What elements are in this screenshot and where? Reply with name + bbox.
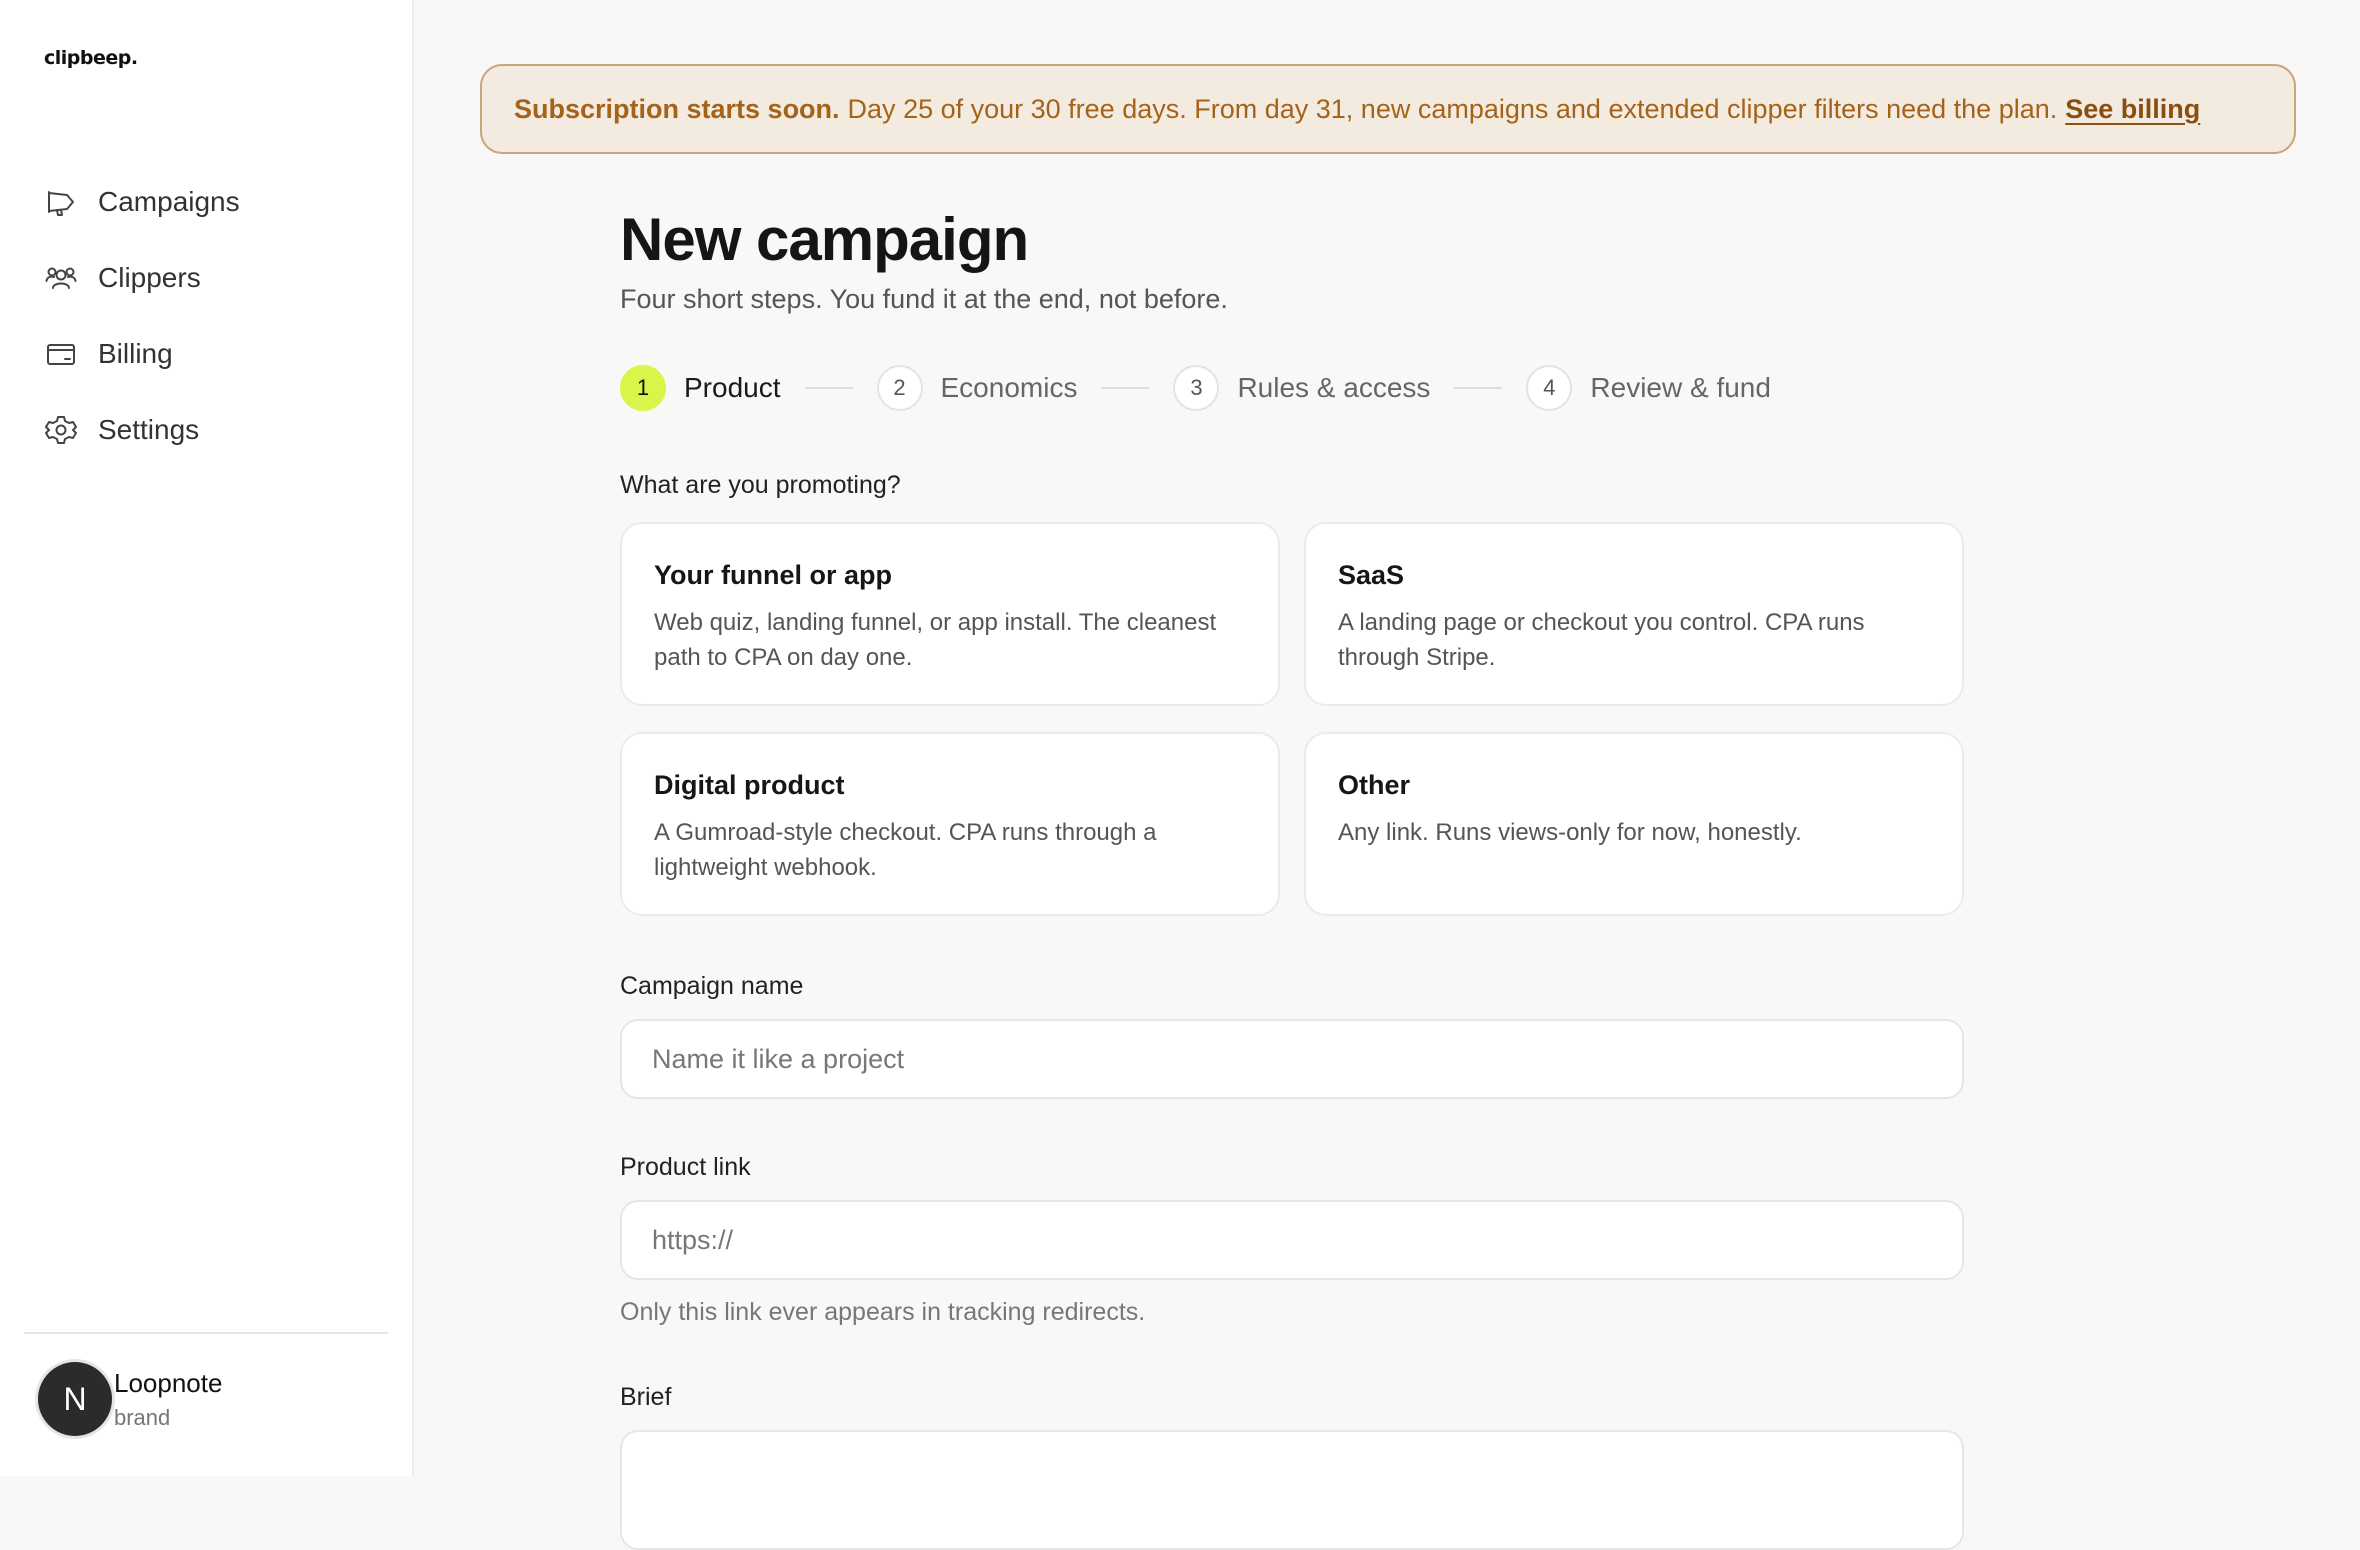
wizard-stepper: 1 Product 2 Economics 3 Rules & access 4…: [620, 363, 1964, 413]
sidebar: clipbeep. Campaigns Clippers Billing Set…: [0, 0, 414, 1476]
sidebar-item-label: Billing: [98, 338, 173, 369]
product-link-input[interactable]: [620, 1200, 1964, 1280]
campaign-name-input[interactable]: [620, 1019, 1964, 1099]
product-options: Your funnel or app Web quiz, landing fun…: [620, 522, 1964, 916]
subscription-banner: Subscription starts soon. Day 25 of your…: [480, 64, 2296, 154]
see-billing-link[interactable]: See billing: [2065, 94, 2200, 125]
option-description: A landing page or checkout you control. …: [1338, 609, 1865, 671]
sidebar-item-label: Campaigns: [98, 186, 240, 217]
brief-group: Brief: [620, 1383, 1964, 1550]
campaign-name-label: Campaign name: [620, 972, 804, 1000]
product-link-hint: Only this link ever appears in tracking …: [620, 1298, 1146, 1326]
sidebar-nav: Campaigns Clippers Billing Settings: [44, 164, 384, 468]
page-title: New campaign: [620, 206, 1029, 273]
users-icon: [44, 261, 78, 295]
app-logo[interactable]: clipbeep.: [44, 47, 138, 69]
option-card-saas[interactable]: SaaS A landing page or checkout you cont…: [1304, 522, 1964, 706]
sidebar-item-label: Settings: [98, 414, 200, 445]
sidebar-divider: [24, 1332, 388, 1334]
option-description: Any link. Runs views-only for now, hones…: [1338, 819, 1802, 846]
step-connector: [804, 387, 853, 389]
step-label: Product: [684, 372, 781, 403]
step-economics[interactable]: 2 Economics: [876, 365, 1078, 411]
step-number: 2: [876, 365, 923, 411]
sidebar-item-billing[interactable]: Billing: [44, 316, 384, 392]
user-info: Loopnote brand: [114, 1368, 222, 1431]
user-role: brand: [114, 1404, 171, 1430]
user-profile[interactable]: N Loopnote brand: [38, 1362, 222, 1436]
campaign-name-group: Campaign name: [620, 972, 1964, 1099]
gear-icon: [44, 413, 78, 447]
page-subtitle: Four short steps. You fund it at the end…: [620, 284, 1228, 314]
brief-textarea[interactable]: [620, 1430, 1964, 1550]
step-number: 4: [1526, 365, 1573, 411]
step-label: Review & fund: [1590, 372, 1771, 403]
option-title: SaaS: [1338, 560, 1405, 590]
card-icon: [44, 337, 78, 371]
main-content: New campaign Four short steps. You fund …: [620, 200, 1964, 1550]
step-label: Rules & access: [1237, 372, 1431, 403]
product-link-group: Product link Only this link ever appears…: [620, 1153, 1964, 1327]
banner-message: Day 25 of your 30 free days. From day 31…: [847, 93, 2058, 124]
banner-title: Subscription starts soon.: [514, 93, 840, 124]
step-connector: [1101, 387, 1150, 389]
step-connector: [1454, 387, 1503, 389]
product-link-label: Product link: [620, 1153, 751, 1181]
step-product[interactable]: 1 Product: [620, 365, 781, 411]
step-review-fund[interactable]: 4 Review & fund: [1526, 365, 1771, 411]
sidebar-item-settings[interactable]: Settings: [44, 392, 384, 468]
option-title: Other: [1338, 770, 1411, 800]
sidebar-item-label: Clippers: [98, 262, 201, 293]
option-title: Digital product: [654, 770, 845, 800]
step-rules-access[interactable]: 3 Rules & access: [1173, 365, 1430, 411]
option-card-digital-product[interactable]: Digital product A Gumroad-style checkout…: [620, 732, 1280, 916]
brief-label: Brief: [620, 1383, 672, 1411]
option-card-other[interactable]: Other Any link. Runs views-only for now,…: [1304, 732, 1964, 916]
option-title: Your funnel or app: [654, 560, 892, 590]
step-number: 3: [1173, 365, 1220, 411]
step-label: Economics: [940, 372, 1078, 403]
user-name: Loopnote: [114, 1367, 223, 1398]
product-question: What are you promoting?: [620, 471, 901, 499]
sidebar-item-clippers[interactable]: Clippers: [44, 240, 384, 316]
option-description: Web quiz, landing funnel, or app install…: [654, 609, 1217, 671]
avatar[interactable]: N: [38, 1362, 112, 1436]
step-number: 1: [620, 365, 666, 411]
option-description: A Gumroad-style checkout. CPA runs throu…: [654, 819, 1157, 881]
sidebar-item-campaigns[interactable]: Campaigns: [44, 164, 384, 240]
megaphone-icon: [44, 185, 78, 219]
option-card-funnel[interactable]: Your funnel or app Web quiz, landing fun…: [620, 522, 1280, 706]
